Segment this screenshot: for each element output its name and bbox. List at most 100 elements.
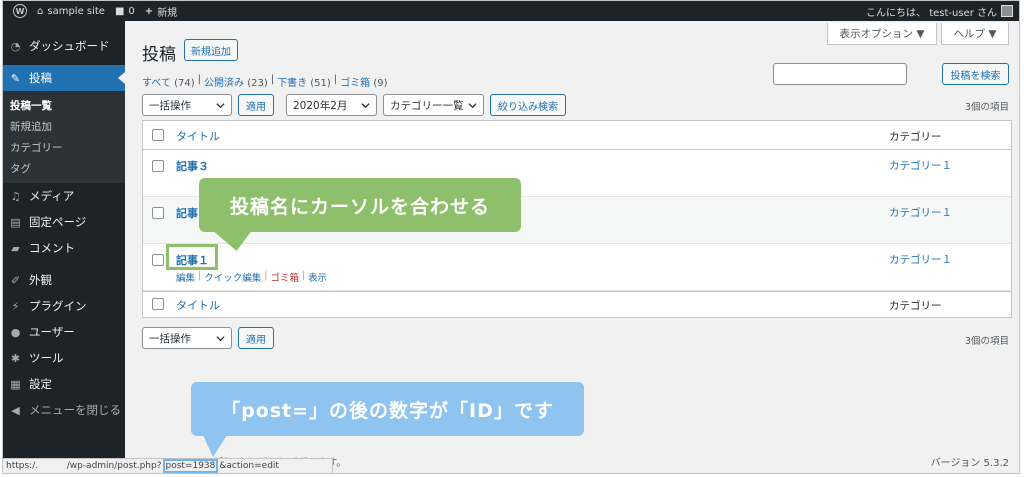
blue-callout-tail: [203, 435, 227, 457]
sidebar-item-comments[interactable]: ▰ コメント: [3, 235, 125, 261]
search-posts-button[interactable]: 投稿を検索: [942, 63, 1009, 85]
brush-icon: ✐: [10, 273, 21, 287]
row-checkbox[interactable]: [152, 160, 164, 172]
user-icon: ●: [10, 325, 21, 339]
sidebar-collapse-menu[interactable]: ◀ メニューを閉じる: [3, 397, 125, 423]
chevron-down-icon: [216, 102, 225, 108]
bulk-actions-select[interactable]: 一括操作: [142, 94, 232, 116]
chevron-down-icon: [216, 335, 225, 341]
post-category-link[interactable]: カテゴリー１: [889, 158, 952, 173]
table-row: 記事１ 編集 | クイック編集 | ゴミ箱 | 表示 カテゴリー１: [143, 244, 1011, 291]
green-callout-tail: [213, 231, 259, 251]
column-title-header[interactable]: タイトル: [176, 128, 220, 144]
version-text: バージョン 5.3.2: [930, 458, 1009, 469]
screen-options-label: 表示オプション ▼: [839, 28, 925, 40]
hover-instruction-callout: 投稿名にカーソルを合わせる: [199, 178, 521, 232]
sidebar-item-tools[interactable]: ✱ ツール: [3, 345, 125, 371]
filter-draft-link[interactable]: 下書き (51): [277, 74, 331, 89]
trash-link[interactable]: ゴミ箱: [270, 270, 299, 284]
home-icon: ⌂: [37, 5, 44, 17]
status-url-suffix: &action=edit: [219, 461, 279, 471]
sidebar-item-label: ダッシュボード: [29, 39, 110, 53]
new-content-label: 新規: [157, 7, 178, 19]
new-content-menu[interactable]: + 新規: [145, 4, 177, 19]
filter-published-link[interactable]: 公開済み (23): [204, 74, 268, 89]
filter-all-link[interactable]: すべて (74): [142, 74, 195, 89]
sidebar-item-label: ツール: [29, 351, 64, 365]
row-checkbox[interactable]: [152, 207, 164, 219]
submenu-add-new[interactable]: 新規追加: [3, 116, 125, 137]
sidebar-item-label: プラグイン: [29, 299, 87, 313]
wrench-icon: ✱: [10, 351, 21, 365]
posts-submenu: 投稿一覧 新規追加 カテゴリー タグ: [3, 91, 125, 183]
page-title: 投稿: [142, 45, 176, 65]
site-name-link[interactable]: ⌂ sample site: [37, 6, 105, 17]
action-separator: |: [198, 270, 202, 281]
quick-edit-link[interactable]: クイック編集: [204, 270, 261, 284]
filter-trash-link[interactable]: ゴミ箱 (9): [340, 74, 387, 89]
sidebar-item-pages[interactable]: ▤ 固定ページ: [3, 209, 125, 235]
help-label: ヘルプ ▼: [953, 28, 997, 40]
screen-options-button[interactable]: 表示オプション ▼: [827, 23, 937, 45]
add-new-button[interactable]: 新規追加: [184, 39, 238, 61]
post-category-link[interactable]: カテゴリー１: [889, 252, 952, 267]
bulk-actions-value: 一括操作: [149, 332, 191, 345]
sidebar-item-label: 投稿: [29, 71, 52, 85]
column-category-footer: カテゴリー: [889, 300, 942, 312]
submenu-all-posts[interactable]: 投稿一覧: [3, 95, 125, 116]
edit-link[interactable]: 編集: [176, 270, 195, 284]
collapse-icon: ◀: [11, 403, 20, 417]
row-actions: 編集 | クイック編集 | ゴミ箱 | 表示: [176, 270, 327, 284]
comments-link[interactable]: ■ 0: [115, 6, 135, 17]
category-filter-value: カテゴリー一覧: [390, 99, 464, 112]
post-category-link[interactable]: カテゴリー１: [889, 205, 952, 220]
sidebar-item-settings[interactable]: ▦ 設定: [3, 371, 125, 397]
page-icon: ▤: [10, 215, 21, 229]
sidebar-item-posts[interactable]: ✎ 投稿: [3, 65, 125, 91]
bulk-actions-value: 一括操作: [149, 99, 191, 112]
filter-button[interactable]: 絞り込み検索: [490, 94, 566, 116]
comment-icon: ▰: [11, 241, 20, 255]
dashboard-icon: ◔: [10, 39, 21, 53]
column-title-footer[interactable]: タイトル: [176, 297, 220, 313]
date-filter-select[interactable]: 2020年2月: [286, 94, 377, 116]
plus-icon: +: [144, 5, 154, 17]
avatar: [1001, 5, 1013, 17]
wp-logo-menu[interactable]: W: [13, 4, 27, 18]
post-title-link[interactable]: 記事３: [176, 158, 209, 174]
filter-all-label: すべて: [142, 78, 171, 89]
sidebar-item-dashboard[interactable]: ◔ ダッシュボード: [3, 33, 125, 59]
sidebar-item-users[interactable]: ● ユーザー: [3, 319, 125, 345]
apply-button-bottom[interactable]: 適用: [238, 327, 274, 349]
filter-published-count: (23): [247, 78, 268, 89]
media-icon: ♫: [10, 189, 21, 203]
sidebar-item-media[interactable]: ♫ メディア: [3, 183, 125, 209]
status-url-prefix: https:/. /wp-admin/post.php?: [6, 461, 162, 471]
bulk-actions-select-bottom[interactable]: 一括操作: [142, 327, 232, 349]
search-input[interactable]: [773, 63, 907, 85]
select-all-checkbox[interactable]: [152, 129, 164, 141]
apply-button[interactable]: 適用: [238, 94, 274, 116]
submenu-tags[interactable]: タグ: [3, 158, 125, 179]
sidebar-item-appearance[interactable]: ✐ 外観: [3, 267, 125, 293]
filter-draft-label: 下書き: [277, 78, 308, 89]
sidebar-item-label: メニューを閉じる: [29, 403, 121, 417]
filter-separator: |: [197, 74, 201, 85]
comment-bubble-icon: ■: [114, 5, 125, 17]
action-separator: |: [301, 270, 306, 281]
my-account-menu[interactable]: こんにちは、 test-user さん: [866, 4, 1013, 19]
filter-separator: |: [270, 74, 275, 85]
settings-icon: ▦: [10, 377, 21, 391]
category-filter-select[interactable]: カテゴリー一覧: [383, 94, 484, 116]
plugin-icon: ⚡: [11, 299, 20, 313]
row-checkbox[interactable]: [152, 254, 164, 266]
select-all-checkbox[interactable]: [152, 298, 164, 310]
admin-bar: W ⌂ sample site ■ 0 + 新規 こんにちは、 test-use…: [3, 1, 1019, 21]
column-category-header: カテゴリー: [889, 131, 942, 143]
help-button[interactable]: ヘルプ ▼: [941, 23, 1009, 45]
submenu-categories[interactable]: カテゴリー: [3, 137, 125, 158]
action-separator: |: [264, 270, 268, 281]
sidebar-item-plugins[interactable]: ⚡ プラグイン: [3, 293, 125, 319]
filter-draft-count: (51): [310, 78, 331, 89]
view-link[interactable]: 表示: [308, 270, 327, 284]
